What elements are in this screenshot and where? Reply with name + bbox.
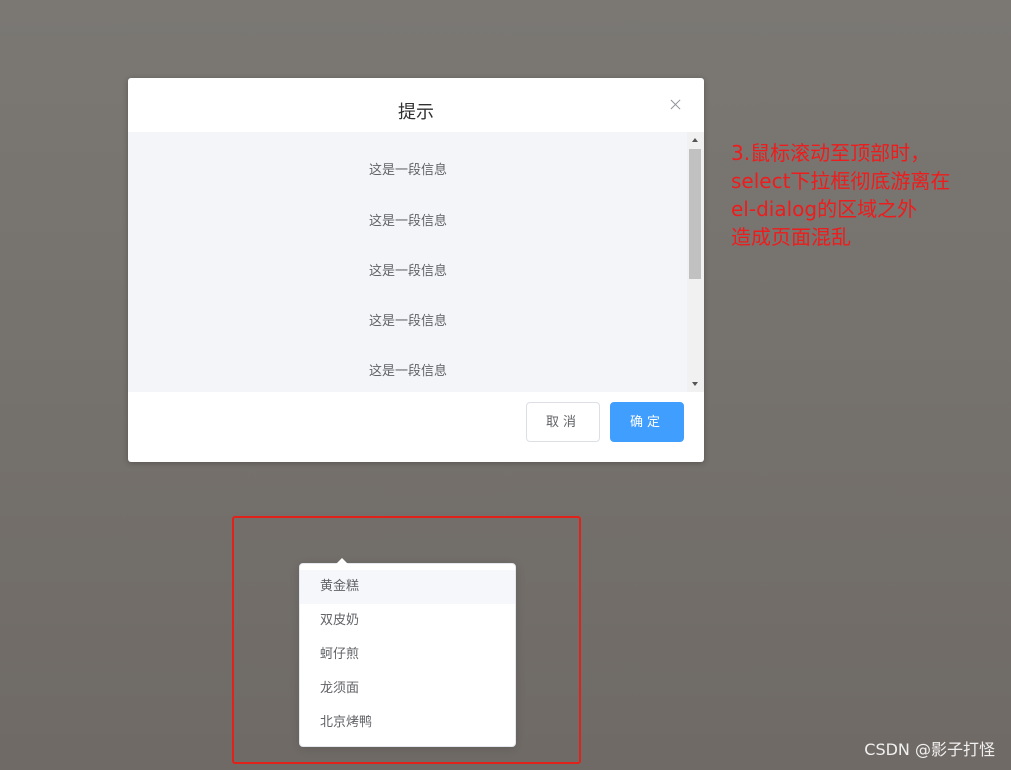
scroll-down-arrow-icon[interactable] bbox=[692, 382, 698, 386]
dialog-body[interactable]: 这是一段信息 这是一段信息 这是一段信息 这是一段信息 这是一段信息 bbox=[128, 132, 704, 392]
dropdown-option[interactable]: 龙须面 bbox=[300, 672, 515, 706]
dropdown-option[interactable]: 蚵仔煎 bbox=[300, 638, 515, 672]
watermark: CSDN @影子打怪 bbox=[864, 740, 995, 759]
annotation-line: el-dialog的区域之外 bbox=[731, 197, 918, 221]
message-item: 这是一段信息 bbox=[368, 163, 447, 178]
annotation-note: 3.鼠标滚动至顶部时， select下拉框彻底游离在 el-dialog的区域之… bbox=[731, 139, 971, 251]
dropdown-option[interactable]: 北京烤鸭 bbox=[300, 706, 515, 740]
annotation-line: 造成页面混乱 bbox=[731, 225, 851, 249]
message-item: 这是一段信息 bbox=[368, 214, 447, 229]
dialog-footer: 取消 确定 bbox=[128, 392, 704, 462]
scrollbar-thumb[interactable] bbox=[689, 149, 701, 279]
close-icon[interactable] bbox=[668, 97, 684, 113]
select-dropdown: 黄金糕 双皮奶 蚵仔煎 龙须面 北京烤鸭 bbox=[299, 558, 516, 747]
confirm-button[interactable]: 确定 bbox=[610, 402, 684, 442]
dropdown-option[interactable]: 黄金糕 bbox=[300, 570, 515, 604]
dialog-header: 提示 bbox=[128, 78, 704, 132]
message-list: 这是一段信息 这是一段信息 这是一段信息 这是一段信息 这是一段信息 bbox=[128, 132, 688, 382]
message-item: 这是一段信息 bbox=[368, 264, 447, 279]
cancel-button[interactable]: 取消 bbox=[526, 402, 600, 442]
annotation-line: 3.鼠标滚动至顶部时， bbox=[731, 141, 931, 165]
annotation-line: select下拉框彻底游离在 bbox=[731, 169, 951, 193]
dropdown-option[interactable]: 双皮奶 bbox=[300, 604, 515, 638]
dialog-title: 提示 bbox=[398, 102, 434, 123]
scroll-up-arrow-icon[interactable] bbox=[692, 138, 698, 142]
scrollbar[interactable] bbox=[687, 132, 704, 392]
message-item: 这是一段信息 bbox=[368, 364, 447, 379]
dropdown-pointer-icon bbox=[336, 558, 348, 564]
message-item: 这是一段信息 bbox=[368, 314, 447, 329]
dialog: 提示 这是一段信息 这是一段信息 这是一段信息 这是一段信息 这是一段信息 取消… bbox=[128, 78, 704, 462]
